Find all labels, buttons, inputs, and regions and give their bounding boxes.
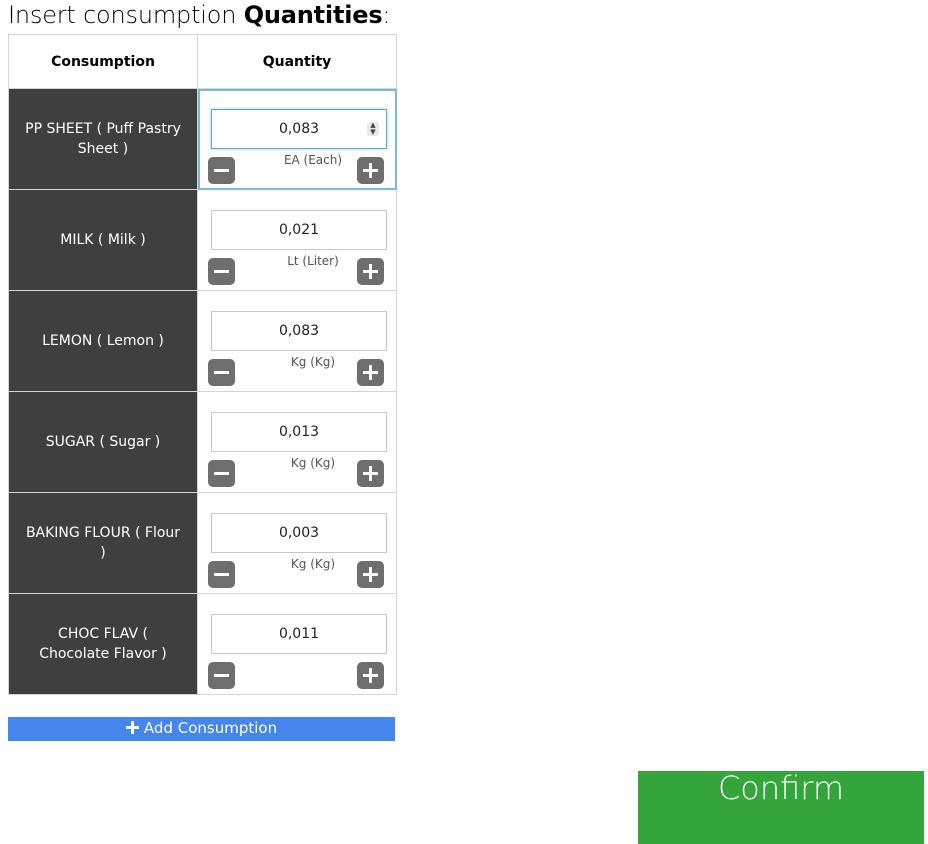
column-header-consumption: Consumption [8,34,198,89]
minus-icon [214,573,229,576]
table-row: CHOC FLAV ( Chocolate Flavor ) 0,011 [8,593,397,695]
increment-button[interactable] [357,359,384,386]
number-spinner-icon[interactable]: ▲ ▼ [367,122,379,136]
increment-button[interactable] [357,460,384,487]
quantity-cell: 0,083 ▲ ▼ EA (Each) [197,88,397,190]
quantity-cell: 0,021 Lt (Liter) [197,189,397,291]
quantity-value: 0,021 [278,222,320,238]
title-prefix: Insert consumption [8,1,244,29]
table-body: PP SHEET ( Puff Pastry Sheet ) 0,083 ▲ ▼ EA … [8,88,397,695]
table-row: BAKING FLOUR ( Flour ) 0,003 Kg (Kg) [8,492,397,594]
consumption-name: LEMON ( Lemon ) [8,290,198,392]
plus-icon-vertical [369,163,372,178]
plus-icon-vertical [369,365,372,380]
unit-label: Lt (Liter) [287,254,339,268]
column-header-quantity: Quantity [197,34,397,89]
quantity-value: 0,013 [278,424,320,440]
minus-icon [214,169,229,172]
increment-button[interactable] [357,662,384,689]
unit-label: Kg (Kg) [290,355,336,369]
plus-icon-vertical [369,466,372,481]
minus-icon [214,674,229,677]
quantity-input[interactable]: 0,083 ▲ ▼ [211,109,387,149]
plus-icon [125,721,139,734]
confirm-button[interactable]: Confirm [638,771,924,844]
decrement-button[interactable] [208,561,235,588]
quantity-input[interactable]: 0,011 [211,614,387,654]
increment-button[interactable] [357,561,384,588]
quantity-value: 0,083 [278,121,320,137]
table-row: SUGAR ( Sugar ) 0,013 Kg (Kg) [8,391,397,493]
table-row: LEMON ( Lemon ) 0,083 Kg (Kg) [8,290,397,392]
minus-icon [214,270,229,273]
add-consumption-button[interactable]: Add Consumption [8,717,395,741]
quantity-value: 0,083 [278,323,320,339]
decrement-button[interactable] [208,157,235,184]
unit-label: Kg (Kg) [290,557,336,571]
quantity-input[interactable]: 0,003 [211,513,387,553]
quantity-input[interactable]: 0,013 [211,412,387,452]
unit-label: Kg (Kg) [290,456,336,470]
title-emphasis: Quantities [243,1,383,29]
increment-button[interactable] [357,157,384,184]
consumption-name: MILK ( Milk ) [8,189,198,291]
consumption-name: PP SHEET ( Puff Pastry Sheet ) [8,88,198,190]
quantity-cell: 0,013 Kg (Kg) [197,391,397,493]
quantity-input[interactable]: 0,021 [211,210,387,250]
plus-icon-vertical [369,668,372,683]
quantity-cell: 0,083 Kg (Kg) [197,290,397,392]
title-suffix: : [382,1,391,29]
quantity-value: 0,011 [278,626,320,642]
quantity-value: 0,003 [278,525,320,541]
decrement-button[interactable] [208,359,235,386]
decrement-button[interactable] [208,460,235,487]
confirm-label: Confirm [717,769,845,807]
quantity-cell: 0,003 Kg (Kg) [197,492,397,594]
consumption-name: SUGAR ( Sugar ) [8,391,198,493]
add-consumption-label: Add Consumption [143,719,278,737]
quantity-input[interactable]: 0,083 [211,311,387,351]
table-header-row: Consumption Quantity [8,34,397,89]
consumption-table: Consumption Quantity PP SHEET ( Puff Pas… [8,34,397,695]
unit-label: EA (Each) [283,153,343,167]
decrement-button[interactable] [208,258,235,285]
table-row: MILK ( Milk ) 0,021 Lt (Liter) [8,189,397,291]
minus-icon [214,371,229,374]
plus-icon-vertical [369,264,372,279]
increment-button[interactable] [357,258,384,285]
consumption-name: CHOC FLAV ( Chocolate Flavor ) [8,593,198,695]
plus-icon-vertical [369,567,372,582]
minus-icon [214,472,229,475]
table-row: PP SHEET ( Puff Pastry Sheet ) 0,083 ▲ ▼ EA … [8,88,397,190]
quantity-cell: 0,011 [197,593,397,695]
page-title: Insert consumption Quantities: [8,0,391,30]
consumption-name: BAKING FLOUR ( Flour ) [8,492,198,594]
decrement-button[interactable] [208,662,235,689]
